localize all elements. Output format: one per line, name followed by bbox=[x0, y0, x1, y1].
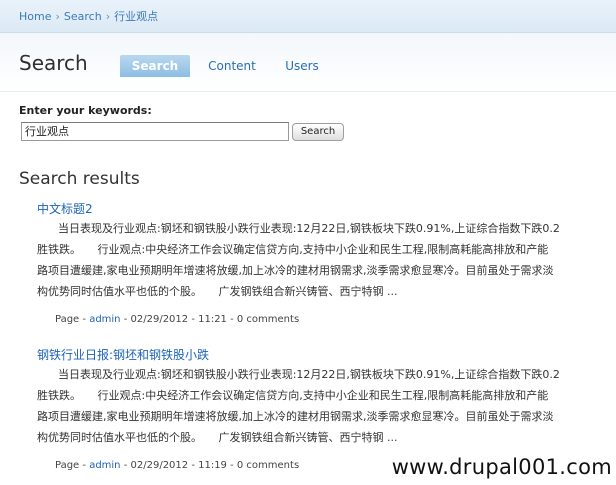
tab-search[interactable]: Search bbox=[120, 55, 190, 77]
result-snippet: 当日表现及行业观点:钢坯和钢铁股小跌行业表现:12月22日,钢铁板块下跌0.91… bbox=[37, 218, 616, 302]
snippet-line: 当日表现及行业观点:钢坯和钢铁股小跌行业表现:12月22日,钢铁板块下跌0.91… bbox=[58, 222, 560, 235]
breadcrumb-current: 行业观点 bbox=[114, 10, 159, 23]
results-heading: Search results bbox=[19, 169, 140, 189]
result-date: 02/29/2012 - 11:21 bbox=[130, 314, 227, 325]
page-title: Search bbox=[19, 51, 88, 75]
search-button[interactable]: Search bbox=[292, 123, 344, 141]
tab-content[interactable]: Content bbox=[200, 55, 264, 77]
site-watermark: www.drupal001.com bbox=[387, 455, 612, 479]
breadcrumb: Home › Search › 行业观点 bbox=[19, 8, 158, 24]
snippet-line: 路项目遭缓建,家电业预期明年增速将放缓,加上冰冷的建材用钢需求,淡季需求愈显寒冷… bbox=[37, 410, 554, 423]
breadcrumb-separator: › bbox=[105, 10, 111, 23]
result-author-link[interactable]: admin bbox=[89, 314, 120, 325]
snippet-line: 胜铁跌。 行业观点:中央经济工作会议确定信贷方向,支持中小企业和民生工程,限制高… bbox=[37, 243, 549, 256]
snippet-line: 当日表现及行业观点:钢坯和钢铁股小跌行业表现:12月22日,钢铁板块下跌0.91… bbox=[58, 368, 560, 381]
snippet-line: 构优势同时估值水平也低的个股。 广发钢铁组合新兴铸管、西宁特钢 ... bbox=[37, 285, 398, 298]
page-header: Search Search Content Users bbox=[0, 33, 616, 92]
breadcrumb-home-link[interactable]: Home bbox=[19, 10, 51, 23]
snippet-line: 胜铁跌。 行业观点:中央经济工作会议确定信贷方向,支持中小企业和民生工程,限制高… bbox=[37, 389, 549, 402]
result-snippet: 当日表现及行业观点:钢坯和钢铁股小跌行业表现:12月22日,钢铁板块下跌0.91… bbox=[37, 364, 616, 448]
result-date: 02/29/2012 - 11:19 bbox=[130, 460, 227, 471]
snippet-line: 路项目遭缓建,家电业预期明年增速将放缓,加上冰冷的建材用钢需求,淡季需求愈显寒冷… bbox=[37, 264, 554, 277]
result-comments: 0 comments bbox=[236, 314, 300, 325]
result-title-link[interactable]: 中文标题2 bbox=[37, 200, 93, 217]
snippet-line: 构优势同时估值水平也低的个股。 广发钢铁组合新兴铸管、西宁特钢 ... bbox=[37, 431, 398, 444]
keywords-input[interactable]: 行业观点 bbox=[21, 122, 289, 141]
result-type: Page bbox=[55, 460, 80, 471]
search-form: Enter your keywords: 行业观点 Search bbox=[19, 104, 344, 141]
result-comments: 0 comments bbox=[236, 460, 300, 471]
breadcrumb-search-link[interactable]: Search bbox=[64, 10, 102, 23]
result-title-link[interactable]: 钢铁行业日报:钢坯和钢铁股小跌 bbox=[37, 346, 209, 363]
breadcrumb-bar: Home › Search › 行业观点 bbox=[0, 0, 616, 33]
result-meta: Page - admin - 02/29/2012 - 11:19 - 0 co… bbox=[55, 460, 300, 471]
keywords-label: Enter your keywords: bbox=[19, 104, 152, 117]
result-author-link[interactable]: admin bbox=[89, 460, 120, 471]
breadcrumb-separator: › bbox=[55, 10, 60, 23]
result-type: Page bbox=[55, 314, 80, 325]
tab-users[interactable]: Users bbox=[274, 55, 330, 77]
result-meta: Page - admin - 02/29/2012 - 11:21 - 0 co… bbox=[55, 314, 300, 325]
